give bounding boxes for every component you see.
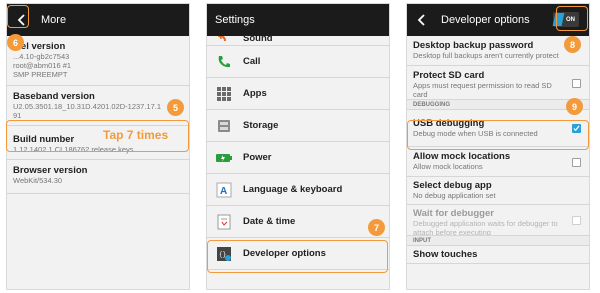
tutorial-stage: More ...el version ...4.10-gb2c7543 root… [0,0,600,293]
item-title: Browser version [13,165,88,176]
settings-list: ...el version ...4.10-gb2c7543 root@abm0… [7,36,189,289]
item-sub: SMP PREEMPT [13,70,68,79]
section-header-input: INPUT [407,236,589,246]
step-badge-7: 7 [368,219,385,236]
storage-icon [215,117,233,135]
settings-item-sound[interactable]: Sound [207,33,389,46]
back-button[interactable] [411,9,433,31]
item-title: Baseband version [13,91,95,102]
settings-item-power[interactable]: Power [207,142,389,174]
item-title: Allow mock locations [413,151,511,162]
step-badge-5: 5 [167,99,184,116]
item-sub: U2.05.3501.18_10.31D.4201.02D-1237.17.1 [13,102,162,111]
tap-instruction: Tap 7 times [103,128,169,142]
step-badge-8: 8 [564,36,581,53]
settings-item-apps[interactable]: Apps [207,78,389,110]
desktop-backup-password-item[interactable]: Desktop backup password Desktop full bac… [407,36,589,66]
highlight-developer-options [207,240,388,273]
highlight-back-button [7,5,29,28]
item-sub: WebKit/534.30 [13,176,63,185]
item-sub: 91 [13,111,22,120]
action-bar: More [7,4,189,36]
item-sub: Allow mock locations [413,162,483,171]
item-sub: card [413,90,428,99]
item-label: Call [243,56,261,67]
item-sub: ...4.10-gb2c7543 [13,52,70,61]
protect-sd-card-checkbox[interactable] [572,78,581,88]
battery-icon [215,149,233,167]
item-sub: No debug application set [413,191,496,200]
screen-title: Settings [215,14,255,26]
item-title: Wait for debugger [413,208,494,219]
item-label: Power [243,152,272,163]
item-label: Sound [243,33,273,44]
item-title: Protect SD card [413,70,485,81]
screen-title: Developer options [441,14,530,26]
action-bar: Settings [207,4,389,36]
browser-version-item[interactable]: Browser version WebKit/534.30 [7,160,189,194]
step-badge-9: 9 [566,98,583,115]
chevron-left-icon [417,14,425,26]
item-sub: Debugged application waits for debugger … [413,219,558,228]
settings-item-storage[interactable]: Storage [207,110,389,142]
highlight-toggle [556,6,588,31]
clock-icon [215,213,233,231]
item-title: Desktop backup password [413,40,534,51]
show-touches-item[interactable]: Show touches [407,246,589,264]
developer-options-list: Desktop backup password Desktop full bac… [407,36,589,289]
settings-item-call[interactable]: Call [207,46,389,78]
settings-item-language[interactable]: A Language & keyboard [207,174,389,206]
apps-grid-icon [215,85,233,103]
protect-sd-card-item[interactable]: Protect SD card Apps must request permis… [407,66,589,100]
allow-mock-locations-item[interactable]: Allow mock locations Allow mock location… [407,147,589,177]
language-icon: A [215,181,233,199]
item-label: Apps [243,88,267,99]
svg-text:A: A [220,186,227,197]
settings-item-date-time[interactable]: Date & time [207,206,389,238]
item-label: Language & keyboard [243,184,343,195]
item-title: Show touches [413,249,478,260]
kernel-version-item[interactable]: ...el version ...4.10-gb2c7543 root@abm0… [7,36,189,86]
screen-title: More [41,14,67,26]
item-title: Select debug app [413,180,492,191]
sound-icon [215,36,233,46]
step-badge-6: 6 [7,34,24,51]
item-sub: Apps must request permission to read SD [413,81,552,90]
item-label: Storage [243,120,279,131]
highlight-usb-debugging [407,120,589,150]
item-label: Date & time [243,216,296,227]
item-sub: root@abm016 #1 [13,61,72,70]
item-title: ...el version [13,41,66,52]
section-header-debugging: DEBUGGING [407,100,589,110]
item-sub: Desktop full backups aren't currently pr… [413,51,559,60]
phone-icon [215,53,233,71]
wait-for-debugger-checkbox[interactable] [572,216,581,225]
allow-mock-locations-checkbox[interactable] [572,157,581,167]
wait-for-debugger-item[interactable]: Wait for debugger Debugged application w… [407,205,589,236]
item-sub: attach before executing [413,228,491,236]
select-debug-app-item[interactable]: Select debug app No debug application se… [407,177,589,205]
